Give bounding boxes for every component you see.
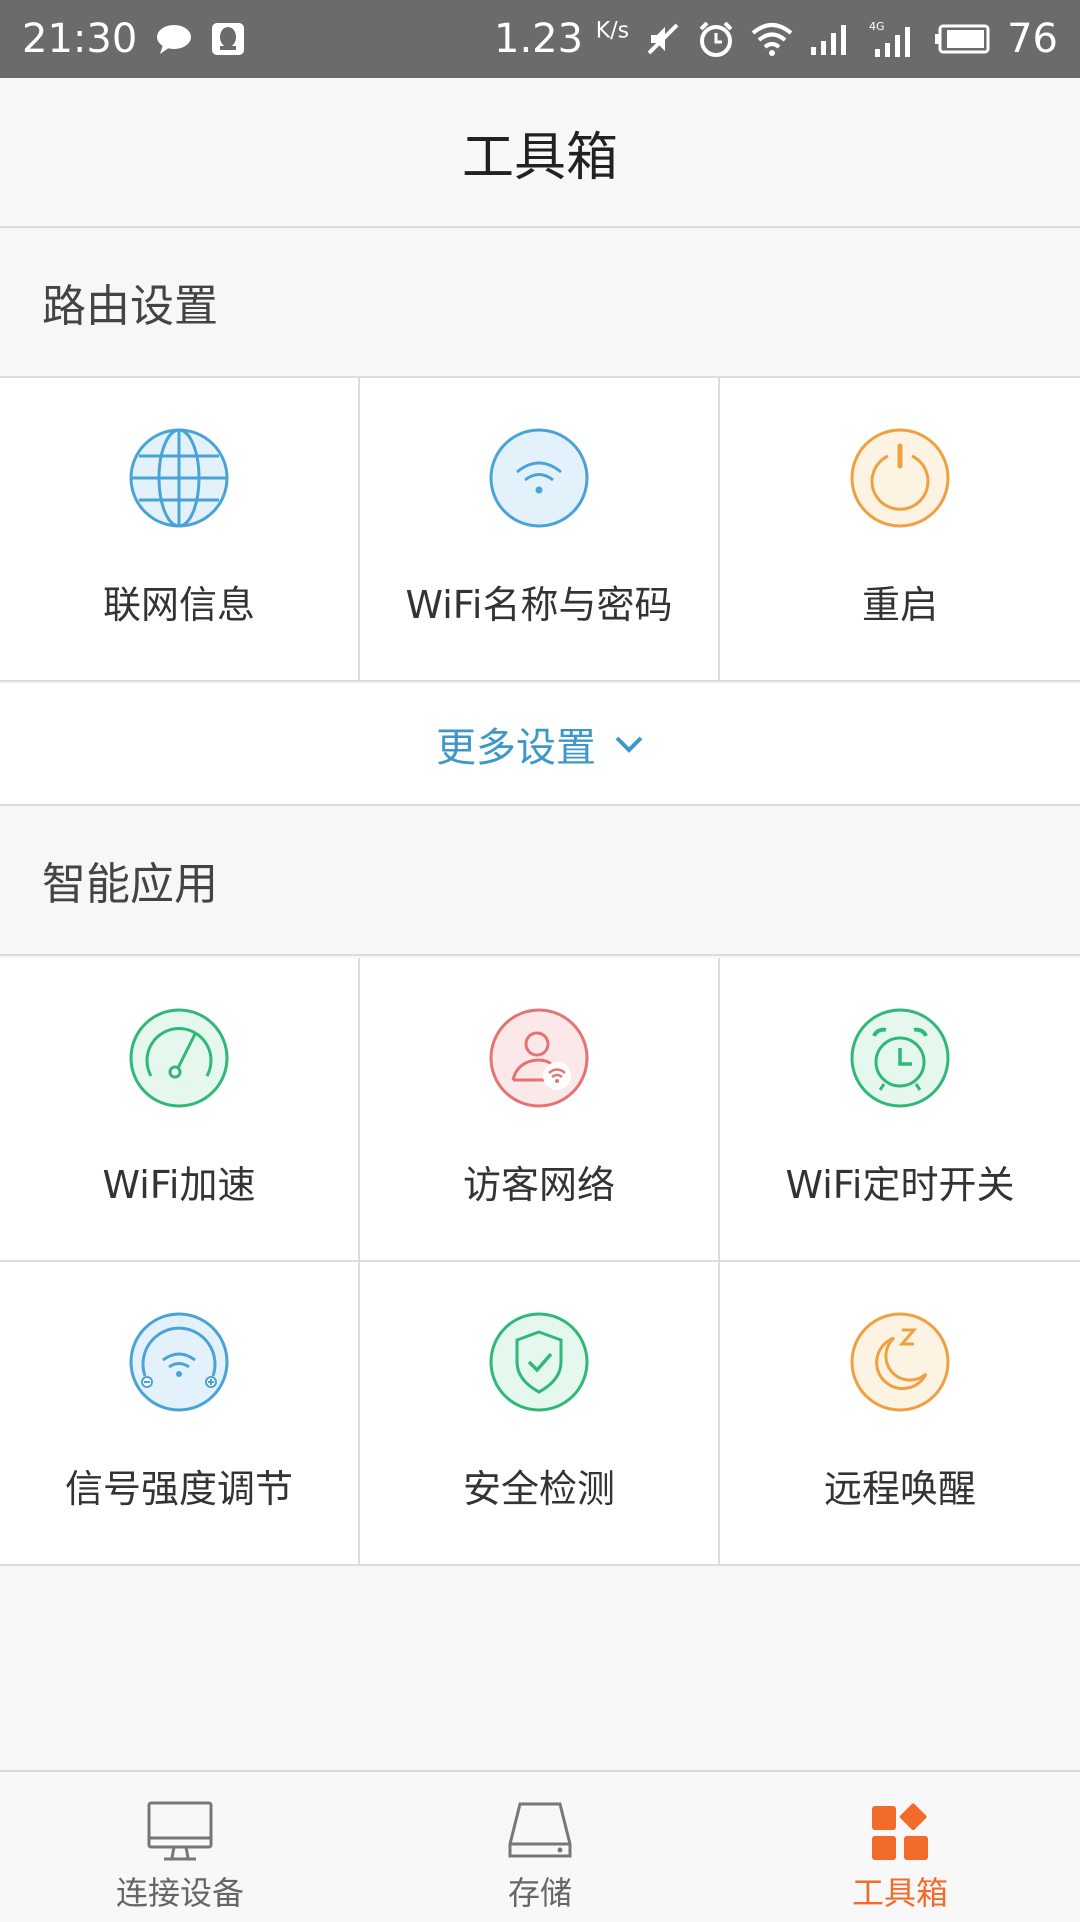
power-icon <box>850 428 950 528</box>
signal-strength-icon <box>129 1312 229 1412</box>
svg-text:4G: 4G <box>869 20 885 33</box>
wifi-status-icon <box>751 21 793 57</box>
alarm-clock-icon <box>850 1008 950 1108</box>
tool-network-info[interactable]: 联网信息 <box>0 378 360 682</box>
page-title: 工具箱 <box>461 127 618 188</box>
tab-storage[interactable]: 存储 <box>360 1772 720 1922</box>
alarm-icon <box>697 20 735 58</box>
tool-label: WiFi加速 <box>102 1163 256 1207</box>
wifi-icon <box>489 428 589 528</box>
toolbox-grid-icon <box>872 1803 928 1860</box>
tool-label: 信号强度调节 <box>64 1467 293 1511</box>
storage-drive-icon <box>508 1802 572 1858</box>
tool-label: WiFi定时开关 <box>785 1163 1015 1207</box>
tool-label: 联网信息 <box>102 583 255 627</box>
tool-wifi-timer[interactable]: WiFi定时开关 <box>720 958 1080 1262</box>
tab-label: 存储 <box>507 1874 572 1912</box>
more-settings-label: 更多设置 <box>436 725 596 771</box>
tool-reboot[interactable]: 重启 <box>720 378 1080 682</box>
tool-remote-wake[interactable]: 远程唤醒 <box>720 1262 1080 1566</box>
battery-level: 76 <box>1007 16 1058 62</box>
shield-check-icon <box>489 1312 589 1412</box>
signal-bars-icon <box>809 21 853 57</box>
tool-security-check[interactable]: 安全检测 <box>360 1262 720 1566</box>
bottom-tab-bar: 连接设备 存储 工具箱 <box>0 1770 1080 1922</box>
section-title: 智能应用 <box>42 859 218 910</box>
more-settings-button[interactable]: 更多设置 <box>0 684 1080 806</box>
tool-label: 安全检测 <box>462 1467 615 1511</box>
status-time: 21:30 <box>22 16 138 62</box>
router-settings-grid: 联网信息 WiFi名称与密码 重启 <box>0 378 1080 682</box>
smart-apps-grid: WiFi加速 访客网络 WiFi定时开关 信号强度调节 安全检测 远程唤醒 <box>0 958 1080 1566</box>
speedometer-icon <box>129 1008 229 1108</box>
section-router-settings: 路由设置 <box>0 228 1080 378</box>
guest-user-icon <box>489 1008 589 1108</box>
tab-label: 工具箱 <box>851 1874 948 1912</box>
tab-label: 连接设备 <box>115 1874 244 1912</box>
qq-icon <box>211 22 245 56</box>
tool-guest-network[interactable]: 访客网络 <box>360 958 720 1262</box>
moon-sleep-icon <box>850 1312 950 1412</box>
battery-icon <box>935 24 991 54</box>
tool-label: 重启 <box>861 583 938 627</box>
chat-bubble-icon <box>155 23 193 55</box>
tool-label: 访客网络 <box>462 1163 615 1207</box>
tool-wifi-boost[interactable]: WiFi加速 <box>0 958 360 1262</box>
monitor-icon <box>147 1801 213 1861</box>
section-smart-apps: 智能应用 <box>0 806 1080 956</box>
chevron-down-icon <box>615 736 643 753</box>
page-title-bar: 工具箱 <box>0 78 1080 228</box>
status-bar: 21:30 1.23 K/s 4G 76 <box>0 0 1080 78</box>
tab-connected-devices[interactable]: 连接设备 <box>0 1772 360 1922</box>
tool-wifi-name-password[interactable]: WiFi名称与密码 <box>360 378 720 682</box>
tool-label: WiFi名称与密码 <box>405 583 673 627</box>
globe-icon <box>129 428 229 528</box>
net-speed: 1.23 K/s <box>494 16 630 62</box>
tool-signal-strength[interactable]: 信号强度调节 <box>0 1262 360 1566</box>
mute-icon <box>645 21 681 57</box>
tool-label: 远程唤醒 <box>823 1467 976 1511</box>
section-title: 路由设置 <box>42 281 218 332</box>
tab-toolbox[interactable]: 工具箱 <box>720 1772 1080 1922</box>
signal-4g-icon: 4G <box>869 19 919 59</box>
